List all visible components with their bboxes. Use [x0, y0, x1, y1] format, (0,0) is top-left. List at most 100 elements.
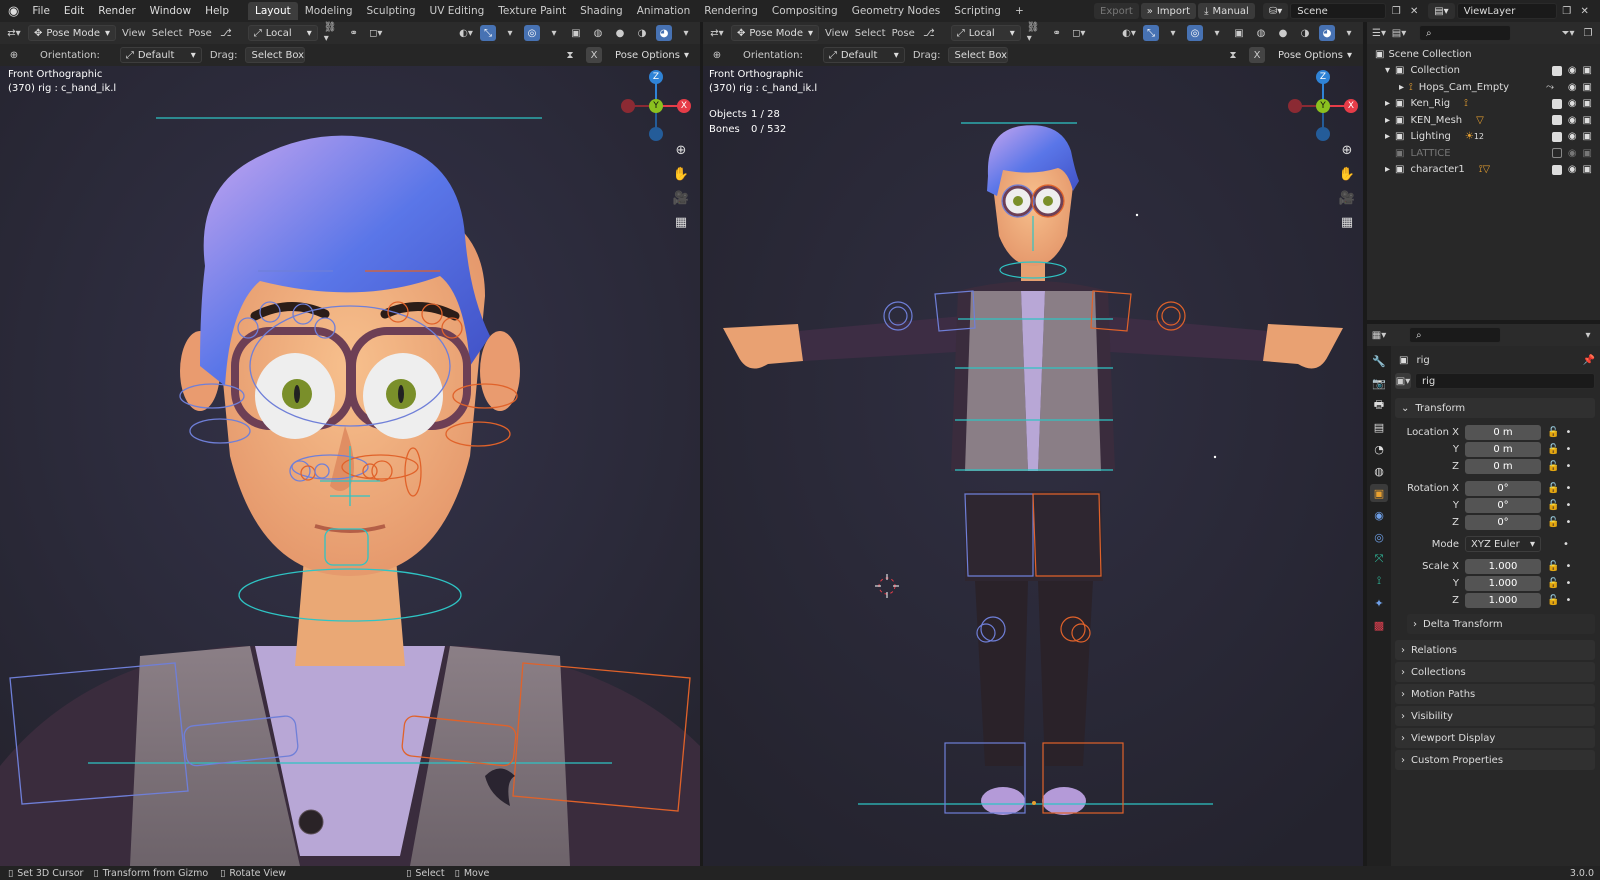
left-viewport[interactable]: Front Orthographic (370) rig : c_hand_ik…	[0, 66, 700, 866]
solid-shading-icon-right[interactable]: ●	[1275, 25, 1291, 41]
lock-icon[interactable]: 🔓	[1547, 461, 1559, 472]
lock-icon[interactable]: 🔓	[1547, 427, 1559, 438]
delete-viewlayer-icon[interactable]: ✕	[1577, 3, 1593, 19]
object-browse-icon[interactable]: ▣▾	[1395, 373, 1411, 389]
gizmo-z-axis-right[interactable]: Z	[1316, 70, 1330, 84]
scene-field[interactable]: Scene	[1290, 3, 1387, 19]
orientation-dropdown-right[interactable]: ⤢ Default ▾	[822, 47, 905, 63]
orientation-dropdown[interactable]: ⤢ Default ▾	[119, 47, 202, 63]
shading-dropdown-icon[interactable]: ▾	[678, 25, 694, 41]
rendered-shading-icon[interactable]: ◕	[656, 25, 672, 41]
motion-paths-panel-header[interactable]: › Motion Paths	[1395, 684, 1595, 704]
drag-dropdown[interactable]: Select Box	[245, 47, 306, 63]
menu-file[interactable]: File	[25, 5, 57, 17]
filter-icon[interactable]: ⏷▾	[1560, 25, 1576, 41]
keyframe-dot-icon[interactable]: •	[1565, 461, 1571, 472]
add-workspace-icon[interactable]: +	[1008, 2, 1031, 20]
camera-render-icon[interactable]: ▣	[1583, 98, 1592, 109]
zoom-icon[interactable]: ⊕	[670, 139, 692, 161]
ortho-grid-icon-right[interactable]: ▦	[1336, 211, 1358, 233]
object-tab-icon[interactable]: ▣	[1370, 484, 1388, 502]
exclude-checkbox[interactable]	[1551, 148, 1562, 159]
tab-layout[interactable]: Layout	[248, 2, 298, 20]
tab-rendering[interactable]: Rendering	[697, 2, 765, 20]
constraints-tab-icon[interactable]: ⤧	[1370, 550, 1388, 568]
tab-shading[interactable]: Shading	[573, 2, 630, 20]
eye-icon[interactable]: ◉	[1568, 115, 1577, 126]
menu-help[interactable]: Help	[198, 5, 236, 17]
properties-editor-icon[interactable]: ▦▾	[1371, 327, 1387, 343]
outliner-scene-collection[interactable]: ▣ Scene Collection	[1371, 46, 1596, 63]
eye-icon[interactable]: ◉	[1568, 98, 1577, 109]
menu-window[interactable]: Window	[143, 5, 198, 17]
proportional-icon[interactable]: ◻▾	[368, 25, 384, 41]
eye-icon[interactable]: ◉	[1568, 82, 1577, 93]
mirror-icon[interactable]: ⧗	[562, 47, 578, 63]
exclude-checkbox[interactable]	[1551, 98, 1562, 109]
transform-panel-header[interactable]: ⌄ Transform	[1395, 398, 1595, 418]
camera-render-icon[interactable]: ▣	[1583, 65, 1592, 76]
outliner-item[interactable]: ▸ ▣ Ken_Rig ⟟ ◉ ▣	[1371, 96, 1596, 113]
location-z-field[interactable]: 0 m	[1465, 458, 1541, 474]
tab-compositing[interactable]: Compositing	[765, 2, 845, 20]
keyframe-dot-icon[interactable]: •	[1565, 500, 1571, 511]
viewport-display-panel-header[interactable]: › Viewport Display	[1395, 728, 1595, 748]
mode-dropdown-right[interactable]: ✥ Pose Mode ▾	[731, 25, 819, 41]
tab-modeling[interactable]: Modeling	[298, 2, 360, 20]
tab-sculpting[interactable]: Sculpting	[359, 2, 422, 20]
pose-options-icon[interactable]: ⎇	[218, 25, 234, 41]
menu-pose-right[interactable]: Pose	[892, 28, 915, 39]
scale-z-field[interactable]: 1.000	[1465, 592, 1541, 608]
mirror-icon-right[interactable]: ⧗	[1225, 47, 1241, 63]
viewlayer-field[interactable]: ViewLayer	[1456, 3, 1557, 19]
outliner-item[interactable]: ▸ ▣ KEN_Mesh ▽ ◉ ▣	[1371, 112, 1596, 129]
gizmo-z-axis[interactable]: Z	[649, 70, 663, 84]
location-x-field[interactable]: 0 m	[1465, 424, 1541, 440]
tab-uv-editing[interactable]: UV Editing	[423, 2, 492, 20]
snap-icon-right[interactable]: ⚭	[1049, 25, 1065, 41]
gizmo-neg-z-axis-right[interactable]	[1316, 127, 1330, 141]
rotation-x-field[interactable]: 0°	[1465, 480, 1541, 496]
camera-icon-right[interactable]: 🎥	[1336, 187, 1358, 209]
pivot-icon-right[interactable]: ⛓▾	[1027, 22, 1043, 44]
outliner-item[interactable]: ▸ ▣ character1 ⟟▽ ◉ ▣	[1371, 162, 1596, 179]
tab-geometry-nodes[interactable]: Geometry Nodes	[845, 2, 948, 20]
eye-icon[interactable]: ◉	[1568, 148, 1577, 159]
shading-dropdown-icon-right[interactable]: ▾	[1341, 25, 1357, 41]
gizmo-dropdown-icon-right[interactable]: ▾	[1165, 25, 1181, 41]
menu-render[interactable]: Render	[91, 5, 142, 17]
new-scene-icon[interactable]: ❐	[1388, 3, 1404, 19]
import-button[interactable]: » Import	[1140, 3, 1197, 19]
properties-search[interactable]: ⌕	[1409, 327, 1501, 343]
navigation-gizmo[interactable]: Z Y X	[620, 70, 692, 142]
keyframe-dot-icon[interactable]: •	[1565, 578, 1571, 589]
transform-orientation-dropdown-right[interactable]: ⤢ Local ▾	[950, 25, 1021, 41]
rendered-shading-icon-right[interactable]: ◕	[1319, 25, 1335, 41]
material-shading-icon-right[interactable]: ◑	[1297, 25, 1313, 41]
mode-dropdown[interactable]: ✥ Pose Mode ▾	[28, 25, 116, 41]
world-tab-icon[interactable]: ◍	[1370, 462, 1388, 480]
relations-panel-header[interactable]: › Relations	[1395, 640, 1595, 660]
lock-icon[interactable]: 🔓	[1547, 561, 1559, 572]
delete-scene-icon[interactable]: ✕	[1406, 3, 1422, 19]
xray-icon[interactable]: ▣	[568, 25, 584, 41]
camera-render-icon[interactable]: ▣	[1583, 164, 1592, 175]
gizmo-x-axis[interactable]: X	[677, 99, 691, 113]
new-collection-icon[interactable]: ❐	[1580, 25, 1596, 41]
gizmo-toggle-icon-right[interactable]: ⤡	[1143, 25, 1159, 41]
snap-icon[interactable]: ⚭	[346, 25, 362, 41]
lock-icon[interactable]: 🔓	[1547, 517, 1559, 528]
viewlayer-selector-icon[interactable]: ▤▾	[1428, 3, 1455, 19]
menu-select-right[interactable]: Select	[855, 28, 886, 39]
menu-edit[interactable]: Edit	[57, 5, 91, 17]
tab-scripting[interactable]: Scripting	[947, 2, 1008, 20]
keyframe-dot-icon[interactable]: •	[1563, 539, 1569, 550]
manual-button[interactable]: ⤓ Manual	[1198, 3, 1255, 19]
exclude-checkbox[interactable]	[1551, 164, 1562, 175]
tab-texture-paint[interactable]: Texture Paint	[491, 2, 573, 20]
menu-select[interactable]: Select	[152, 28, 183, 39]
scale-y-field[interactable]: 1.000	[1465, 575, 1541, 591]
eye-icon[interactable]: ◉	[1568, 164, 1577, 175]
modifier-tab-icon[interactable]: ◉	[1370, 506, 1388, 524]
wireframe-shading-icon-right[interactable]: ◍	[1253, 25, 1269, 41]
